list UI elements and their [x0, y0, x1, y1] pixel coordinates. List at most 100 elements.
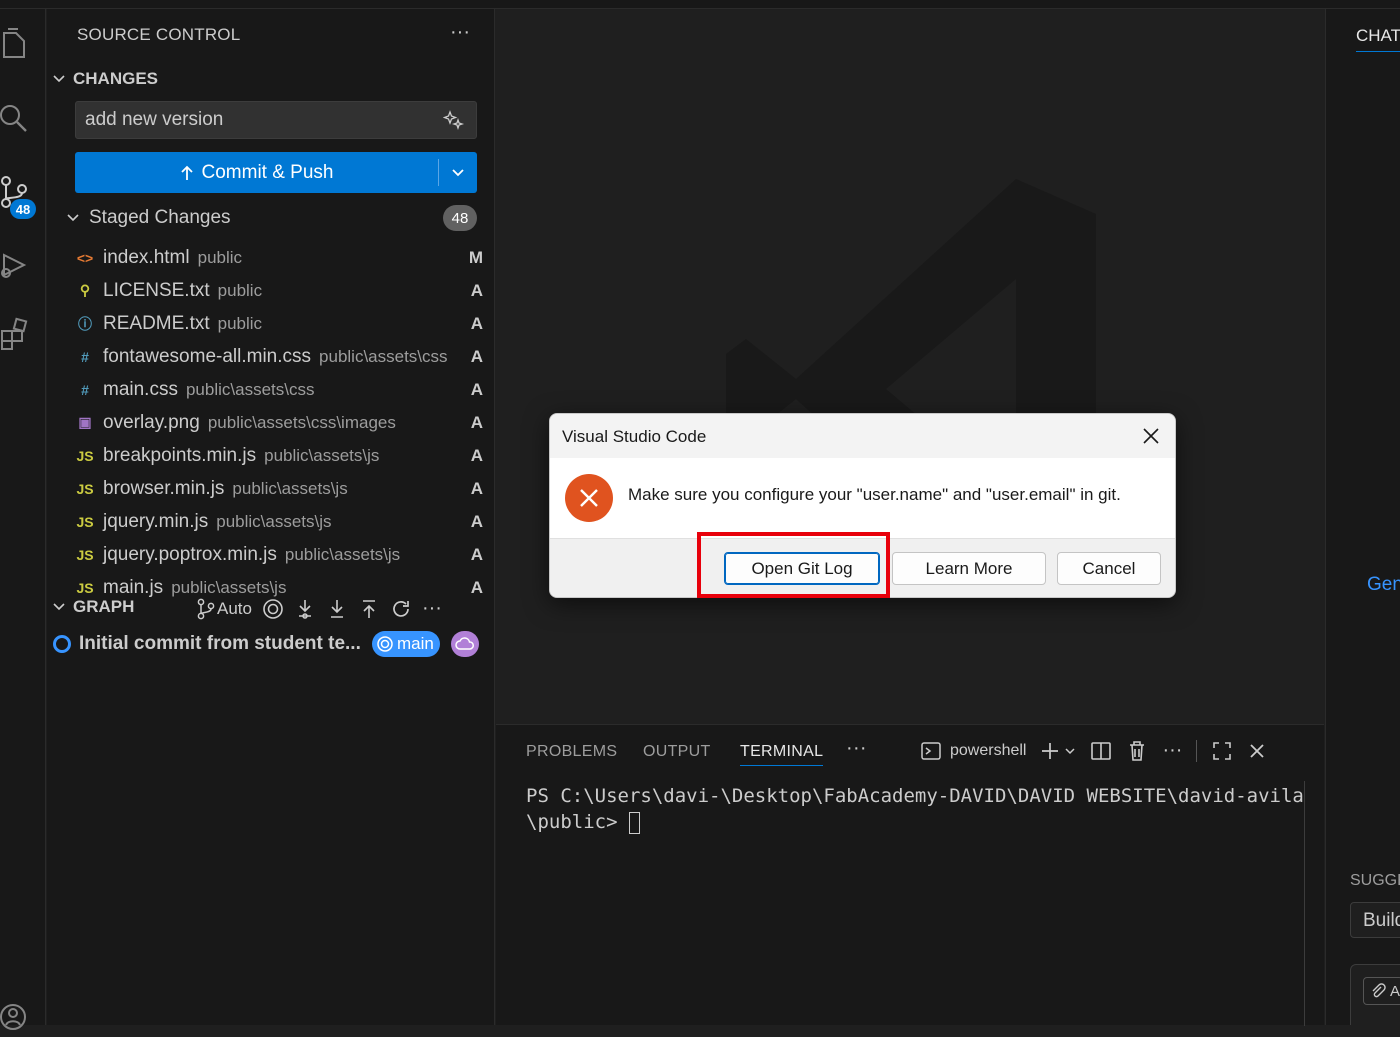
account-icon[interactable] — [0, 991, 46, 1037]
commit-push-button[interactable]: Commit & Push — [75, 152, 477, 193]
chat-link[interactable]: Gen — [1367, 574, 1400, 596]
target-icon — [377, 636, 393, 652]
target-icon[interactable] — [262, 598, 284, 620]
cancel-button[interactable]: Cancel — [1057, 552, 1161, 585]
refresh-icon[interactable] — [390, 598, 412, 620]
new-terminal-button[interactable] — [1040, 741, 1076, 761]
file-status: A — [470, 511, 483, 531]
file-path: public\assets\js — [284, 544, 401, 564]
staged-file-row[interactable]: JS breakpoints.min.js public\assets\js A — [75, 439, 483, 472]
staged-file-row[interactable]: JS jquery.min.js public\assets\js A — [75, 505, 483, 538]
file-path: public — [217, 313, 263, 333]
staged-file-row[interactable]: <> index.html public M — [75, 241, 483, 274]
close-panel-icon[interactable] — [1247, 741, 1267, 761]
pull-icon[interactable] — [326, 598, 348, 620]
file-status: A — [470, 280, 483, 300]
commit-message-input[interactable] — [75, 101, 477, 139]
file-status: A — [470, 346, 483, 366]
commit-message: Initial commit from student te... — [79, 633, 361, 654]
terminal-scrollbar[interactable] — [1304, 781, 1305, 1026]
close-icon[interactable] — [1140, 425, 1162, 447]
tab-terminal[interactable]: TERMINAL — [740, 743, 824, 766]
file-name: main.js — [103, 576, 164, 598]
file-path: public — [197, 247, 243, 267]
panel-more-icon[interactable]: ··· — [846, 737, 867, 760]
fetch-icon[interactable] — [294, 598, 316, 620]
tab-output[interactable]: OUTPUT — [643, 743, 711, 761]
js-icon: JS — [76, 579, 94, 596]
more-actions-icon[interactable]: ··· — [450, 21, 470, 44]
file-name: browser.min.js — [103, 477, 225, 499]
chevron-down-icon — [67, 214, 79, 222]
graph-more-icon[interactable]: ··· — [422, 597, 442, 620]
shell-name: powershell — [950, 741, 1027, 759]
commit-node-icon — [53, 635, 71, 653]
cloud-icon — [455, 637, 474, 650]
trash-icon[interactable] — [1126, 740, 1148, 762]
push-icon[interactable] — [358, 598, 380, 620]
css-icon: # — [81, 348, 89, 365]
chat-panel: CHAT Gen SUGGE Build A — [1325, 9, 1400, 1025]
file-name: LICENSE.txt — [103, 279, 210, 301]
html-icon: <> — [76, 249, 94, 266]
run-debug-icon[interactable] — [0, 241, 46, 287]
maximize-panel-icon[interactable] — [1211, 740, 1233, 762]
file-name: README.txt — [103, 312, 210, 334]
changes-label: CHANGES — [73, 69, 159, 88]
graph-label: GRAPH — [73, 597, 135, 616]
add-context-button[interactable]: A — [1363, 977, 1400, 1005]
file-path: public\assets\js — [232, 478, 348, 498]
extensions-icon[interactable] — [0, 311, 46, 357]
tab-problems[interactable]: PROBLEMS — [526, 743, 617, 761]
title-bar — [0, 0, 1400, 9]
file-status: A — [470, 478, 483, 498]
toolbar-divider — [1196, 739, 1198, 762]
graph-section-header[interactable]: GRAPH Auto ··· — [51, 597, 481, 623]
staged-file-row[interactable]: JS browser.min.js public\assets\js A — [75, 472, 483, 505]
suggestion-button[interactable]: Build — [1350, 902, 1400, 938]
changes-section-header[interactable]: CHANGES — [51, 69, 158, 89]
graph-commit-row[interactable]: Initial commit from student te... main — [53, 629, 483, 659]
editor-area — [496, 9, 1324, 724]
search-icon[interactable] — [0, 95, 46, 141]
staged-file-row[interactable]: ▣ overlay.png public\assets\css\images A — [75, 406, 483, 439]
commit-options-dropdown[interactable] — [439, 152, 477, 193]
dialog-title-bar: Visual Studio Code — [550, 414, 1175, 458]
staged-file-row[interactable]: ⓘ README.txt public A — [75, 307, 483, 340]
commit-push-label: Commit & Push — [201, 161, 334, 183]
staged-changes-header[interactable]: Staged Changes 48 — [65, 205, 477, 231]
file-name: fontawesome-all.min.css — [103, 345, 312, 367]
staged-changes-label: Staged Changes — [89, 207, 231, 228]
open-git-log-button[interactable]: Open Git Log — [724, 552, 880, 585]
file-path: public\assets\css — [185, 379, 315, 399]
file-name: main.css — [103, 378, 178, 400]
graph-ref-selector[interactable]: Auto — [197, 598, 252, 620]
file-name: breakpoints.min.js — [103, 444, 257, 466]
split-terminal-icon[interactable] — [1090, 740, 1112, 762]
file-path: public\assets\js — [216, 511, 332, 531]
chat-input[interactable]: A — [1350, 964, 1400, 1025]
tab-chat[interactable]: CHAT — [1356, 26, 1400, 52]
staged-file-row[interactable]: # main.css public\assets\css A — [75, 373, 483, 406]
staged-file-row[interactable]: # fontawesome-all.min.css public\assets\cs… — [75, 340, 483, 373]
terminal-prompt: PS C:\Users\davi-\Desktop\FabAcademy-DAV… — [526, 785, 1304, 833]
terminal-more-icon[interactable]: ··· — [1162, 739, 1182, 762]
file-path: public\assets\css — [319, 346, 448, 366]
generate-message-icon[interactable] — [443, 109, 465, 131]
staged-file-row[interactable]: ⚲ LICENSE.txt public A — [75, 274, 483, 307]
file-status: A — [470, 313, 483, 333]
error-icon — [565, 474, 613, 522]
commit-push-main[interactable]: Commit & Push — [75, 152, 438, 193]
branch-badge: main — [372, 631, 440, 657]
paperclip-icon — [1372, 983, 1386, 998]
terminal-instance[interactable]: powershell — [920, 740, 1026, 762]
image-icon: ▣ — [78, 414, 92, 430]
explorer-icon[interactable] — [0, 21, 46, 67]
git-config-error-dialog: Visual Studio Code Make sure you configu… — [549, 413, 1176, 598]
staged-file-row[interactable]: JS jquery.poptrox.min.js public\assets\js A — [75, 538, 483, 571]
graph-header[interactable]: GRAPH — [51, 597, 134, 617]
learn-more-button[interactable]: Learn More — [892, 552, 1046, 585]
file-status: A — [470, 412, 483, 432]
file-name: index.html — [103, 246, 190, 268]
terminal-output[interactable]: PS C:\Users\davi-\Desktop\FabAcademy-DAV… — [526, 783, 1306, 835]
